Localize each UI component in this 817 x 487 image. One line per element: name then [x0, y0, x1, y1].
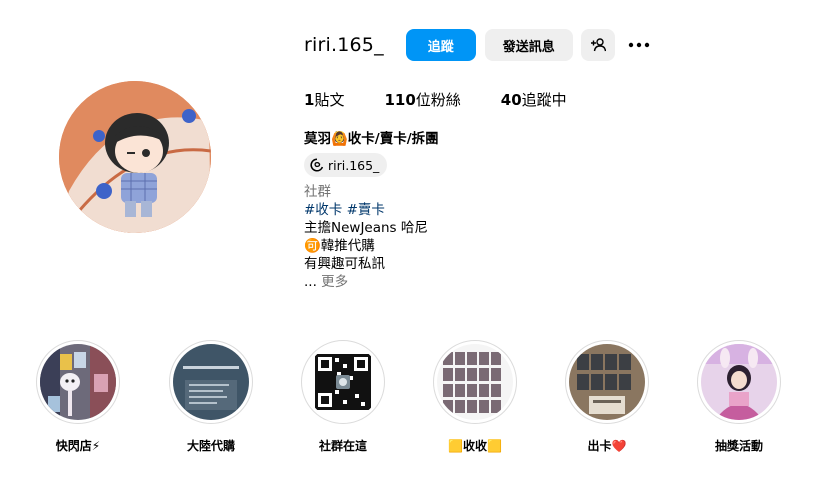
highlight-ring — [301, 340, 385, 424]
suggested-users-button[interactable] — [580, 29, 615, 61]
highlight-ring — [169, 340, 253, 424]
highlight-item[interactable]: 社群在這 — [298, 340, 388, 454]
hashtag-link[interactable]: #收卡 — [304, 202, 342, 218]
highlight-ring — [433, 340, 517, 424]
highlight-cover — [305, 344, 381, 420]
highlight-item[interactable]: 抽獎活動 — [694, 340, 784, 454]
following-label: 追蹤中 — [521, 91, 567, 109]
highlight-label: 出卡❤️ — [587, 439, 627, 453]
avatar-illustration — [59, 81, 211, 233]
bio-line: 有興趣可私訊 — [304, 256, 385, 272]
threads-link[interactable]: riri.165_ — [304, 153, 388, 177]
profile-avatar[interactable] — [59, 81, 211, 233]
bio-line: 主擔NewJeans 哈尼 — [304, 220, 428, 236]
posts-label: 貼文 — [314, 91, 345, 109]
threads-handle: riri.165_ — [328, 157, 380, 173]
highlight-label: 社群在這 — [318, 439, 367, 453]
highlight-label: 大陸代購 — [186, 439, 235, 453]
highlight-ring — [565, 340, 649, 424]
ellipsis: ... — [304, 274, 317, 290]
highlight-item[interactable]: 🟨收收🟨 — [430, 340, 520, 454]
highlight-cover — [173, 344, 249, 420]
highlight-item[interactable]: 大陸代購 — [166, 340, 256, 454]
following-count: 40 — [500, 91, 522, 109]
bio-more: ... 更多 — [304, 273, 428, 291]
highlight-ring — [697, 340, 781, 424]
more-link[interactable]: 更多 — [321, 274, 348, 290]
category-label: 社群 — [304, 184, 331, 200]
profile-header: riri.165_ 追蹤 發送訊息 — [304, 28, 651, 62]
highlight-cover — [40, 344, 116, 420]
highlight-label: 快閃店⚡ — [55, 439, 101, 453]
full-name: 莫羽🙆收卡/賣卡/拆團 — [304, 131, 439, 147]
profile-bio: 社群 #收卡 #賣卡 主擔NewJeans 哈尼 🉑韓推代購 有興趣可私訊 ..… — [304, 183, 428, 291]
highlight-label: 抽獎活動 — [714, 439, 763, 453]
message-button[interactable]: 發送訊息 — [484, 29, 573, 61]
highlight-item[interactable]: 出卡❤️ — [562, 340, 652, 454]
highlight-cover — [569, 344, 645, 420]
followers-count: 110 — [384, 91, 416, 109]
follow-button[interactable]: 追蹤 — [405, 29, 476, 61]
highlight-label: 🟨收收🟨 — [448, 439, 502, 453]
profile-stats: 1貼文 110位粉絲 40追蹤中 — [304, 89, 607, 110]
bio-tags: #收卡 #賣卡 — [304, 201, 428, 219]
highlight-cover — [701, 344, 777, 420]
highlight-item[interactable]: 快閃店⚡ — [33, 340, 123, 454]
threads-icon — [310, 158, 324, 172]
more-dots-icon — [628, 42, 649, 48]
hashtag-link[interactable]: #賣卡 — [347, 202, 385, 218]
highlight-cover — [437, 344, 513, 420]
bio-line: 🉑韓推代購 — [304, 238, 375, 254]
more-options-button[interactable] — [627, 33, 651, 57]
posts-stat: 1貼文 — [304, 89, 344, 110]
following-stat[interactable]: 40追蹤中 — [501, 89, 567, 110]
posts-count: 1 — [304, 91, 315, 109]
followers-stat[interactable]: 110位粉絲 — [384, 89, 460, 110]
followers-label: 位粉絲 — [415, 91, 461, 109]
highlight-ring — [36, 340, 120, 424]
username: riri.165_ — [304, 34, 384, 56]
add-person-icon — [590, 38, 606, 52]
